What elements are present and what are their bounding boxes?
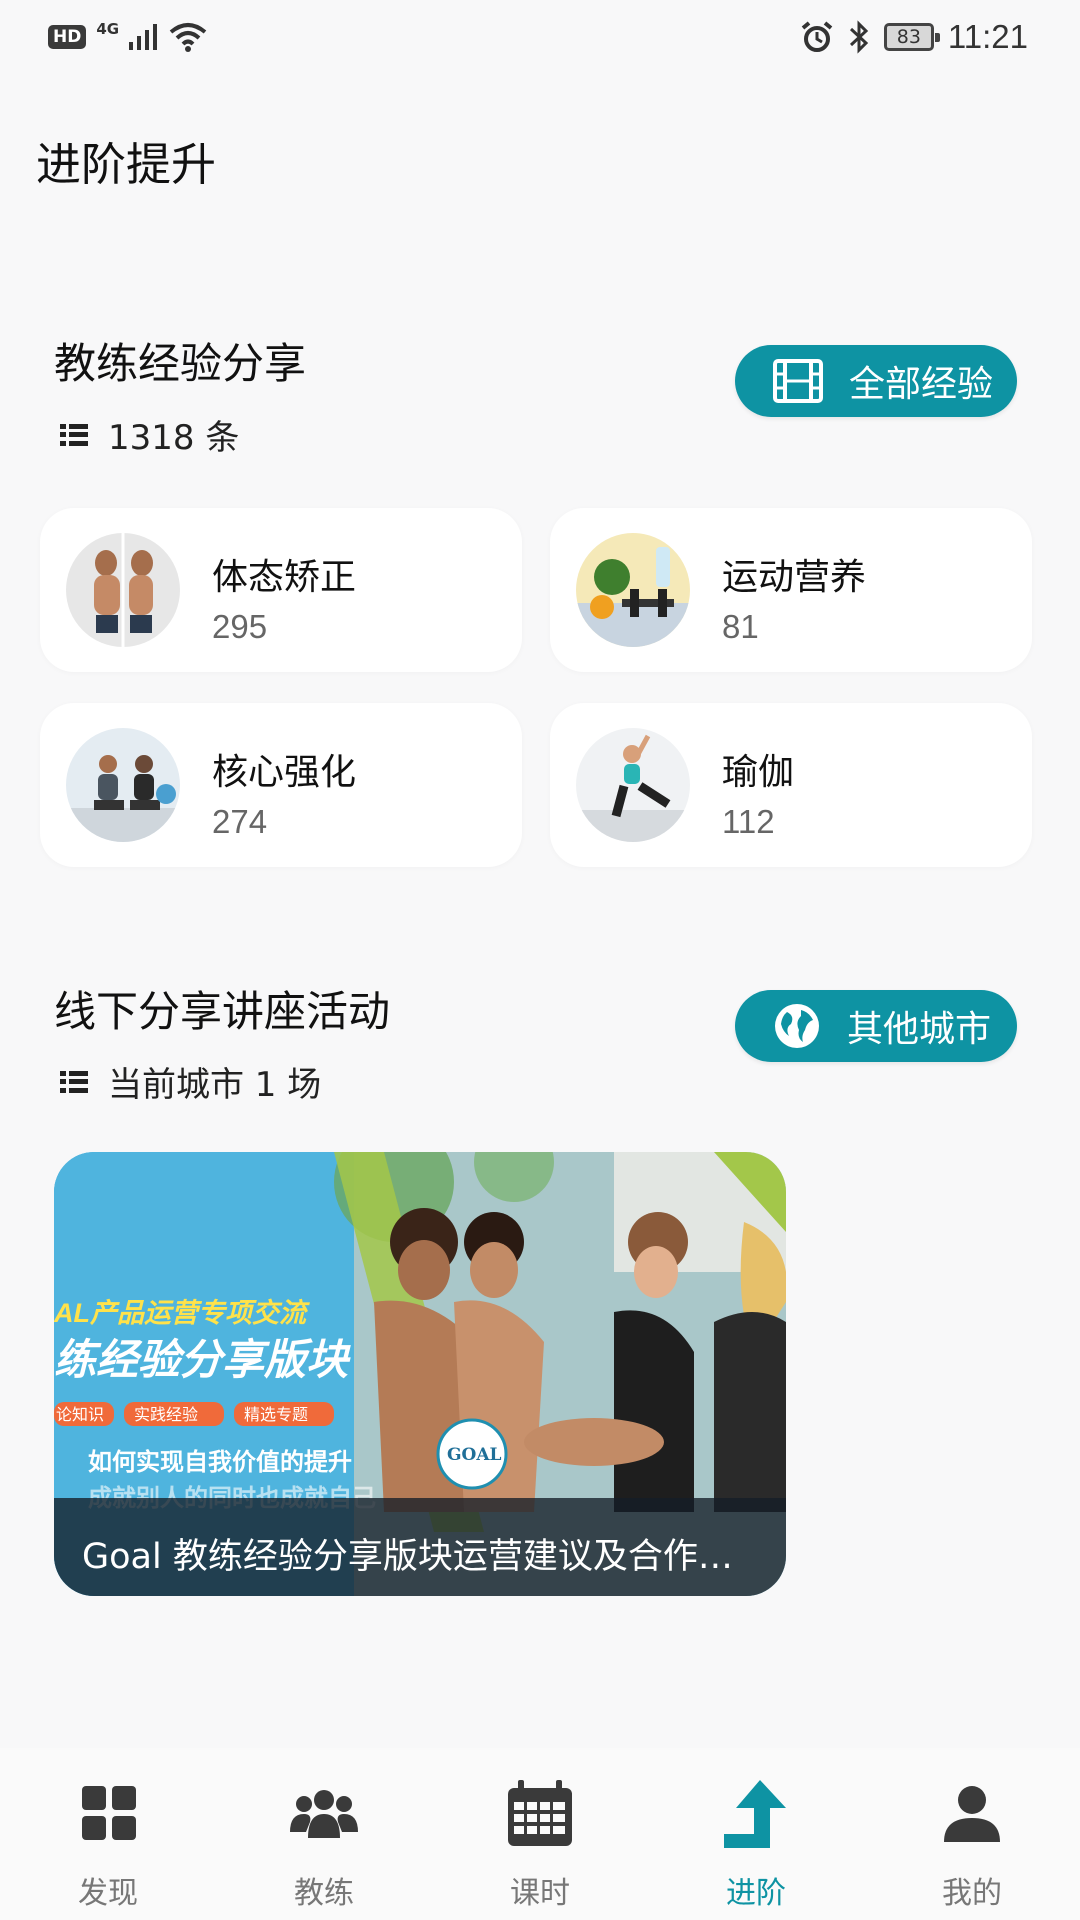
poster-line2: 练经验分享版块 xyxy=(54,1336,351,1383)
category-name: 核心强化 xyxy=(212,752,357,793)
event-caption: Goal 教练经验分享版块运营建议及合作… xyxy=(54,1498,786,1596)
poster-line3: 如何实现自我价值的提升 xyxy=(88,1448,352,1476)
poster-tag: 精选专题 xyxy=(244,1406,308,1424)
grid-icon xyxy=(82,1786,136,1840)
film-icon xyxy=(773,359,823,403)
status-left: HD 4G xyxy=(48,20,207,52)
nav-label: 教练 xyxy=(294,1876,354,1911)
group-icon xyxy=(290,1790,358,1838)
nav-coach[interactable]: 教练 xyxy=(216,1748,432,1920)
bluetooth-icon xyxy=(849,20,869,54)
other-city-label: 其他城市 xyxy=(847,1009,992,1050)
posture-avatar xyxy=(66,533,180,647)
alarm-icon xyxy=(801,21,833,52)
category-name: 体态矫正 xyxy=(212,557,357,598)
nav-label: 我的 xyxy=(942,1876,1002,1911)
all-experience-button[interactable]: 全部经验 xyxy=(735,345,1017,417)
nav-discover[interactable]: 发现 xyxy=(0,1748,216,1920)
nav-mine[interactable]: 我的 xyxy=(864,1748,1080,1920)
list-icon xyxy=(60,1070,88,1093)
page-title: 进阶提升 xyxy=(36,138,217,191)
nav-label: 发现 xyxy=(78,1876,138,1911)
offline-count: 当前城市 1 场 xyxy=(60,1057,321,1106)
nav-label: 进阶 xyxy=(726,1876,786,1911)
category-count: 112 xyxy=(722,803,775,840)
list-icon xyxy=(60,423,88,446)
coach-share-title: 教练经验分享 xyxy=(54,339,307,388)
step-up-arrow-icon xyxy=(724,1780,786,1848)
nutrition-avatar xyxy=(576,533,690,647)
goal-logo-text: GOAL xyxy=(447,1445,502,1465)
category-name: 运动营养 xyxy=(722,557,867,598)
nav-label: 课时 xyxy=(510,1876,570,1911)
category-card-nutrition[interactable]: 运动营养 81 xyxy=(550,508,1032,672)
battery-indicator: 83 xyxy=(883,23,940,51)
person-icon xyxy=(944,1786,1000,1842)
core-avatar xyxy=(66,728,180,842)
globe-icon xyxy=(775,1004,819,1048)
offline-count-text: 当前城市 1 场 xyxy=(108,1065,322,1105)
category-card-yoga[interactable]: 瑜伽 112 xyxy=(550,703,1032,867)
bottom-nav: 发现 教练 课时 进阶 我的 xyxy=(0,1748,1080,1920)
coach-share-count-text: 1318 条 xyxy=(108,418,240,458)
other-city-button[interactable]: 其他城市 xyxy=(735,990,1017,1062)
poster-tag: 论知识 xyxy=(56,1406,104,1424)
status-bar: HD 4G 83 11:21 xyxy=(0,0,1080,84)
signal-icon xyxy=(129,24,158,50)
poster-tag: 实践经验 xyxy=(134,1406,198,1424)
all-experience-label: 全部经验 xyxy=(849,364,994,405)
category-count: 81 xyxy=(722,608,759,645)
nav-advance[interactable]: 进阶 xyxy=(648,1748,864,1920)
category-card-core[interactable]: 核心强化 274 xyxy=(40,703,522,867)
yoga-avatar xyxy=(576,728,690,842)
category-name: 瑜伽 xyxy=(722,752,795,793)
coach-share-count: 1318 条 xyxy=(60,410,239,459)
status-time: 11:21 xyxy=(947,18,1028,55)
network-type: 4G xyxy=(96,20,120,38)
category-count: 295 xyxy=(212,608,268,645)
status-right: 83 11:21 xyxy=(800,18,1028,56)
category-count: 274 xyxy=(212,803,268,840)
offline-title: 线下分享讲座活动 xyxy=(54,987,391,1036)
event-card[interactable]: AL产品运营专项交流 练经验分享版块 论知识 实践经验 精选专题 如何实现自我价… xyxy=(54,1152,786,1596)
hd-badge: HD xyxy=(48,25,87,49)
wifi-icon xyxy=(169,23,207,52)
poster-line1: AL产品运营专项交流 xyxy=(54,1298,310,1328)
nav-lessons[interactable]: 课时 xyxy=(432,1748,648,1920)
calendar-icon xyxy=(508,1780,572,1846)
category-card-posture[interactable]: 体态矫正 295 xyxy=(40,508,522,672)
